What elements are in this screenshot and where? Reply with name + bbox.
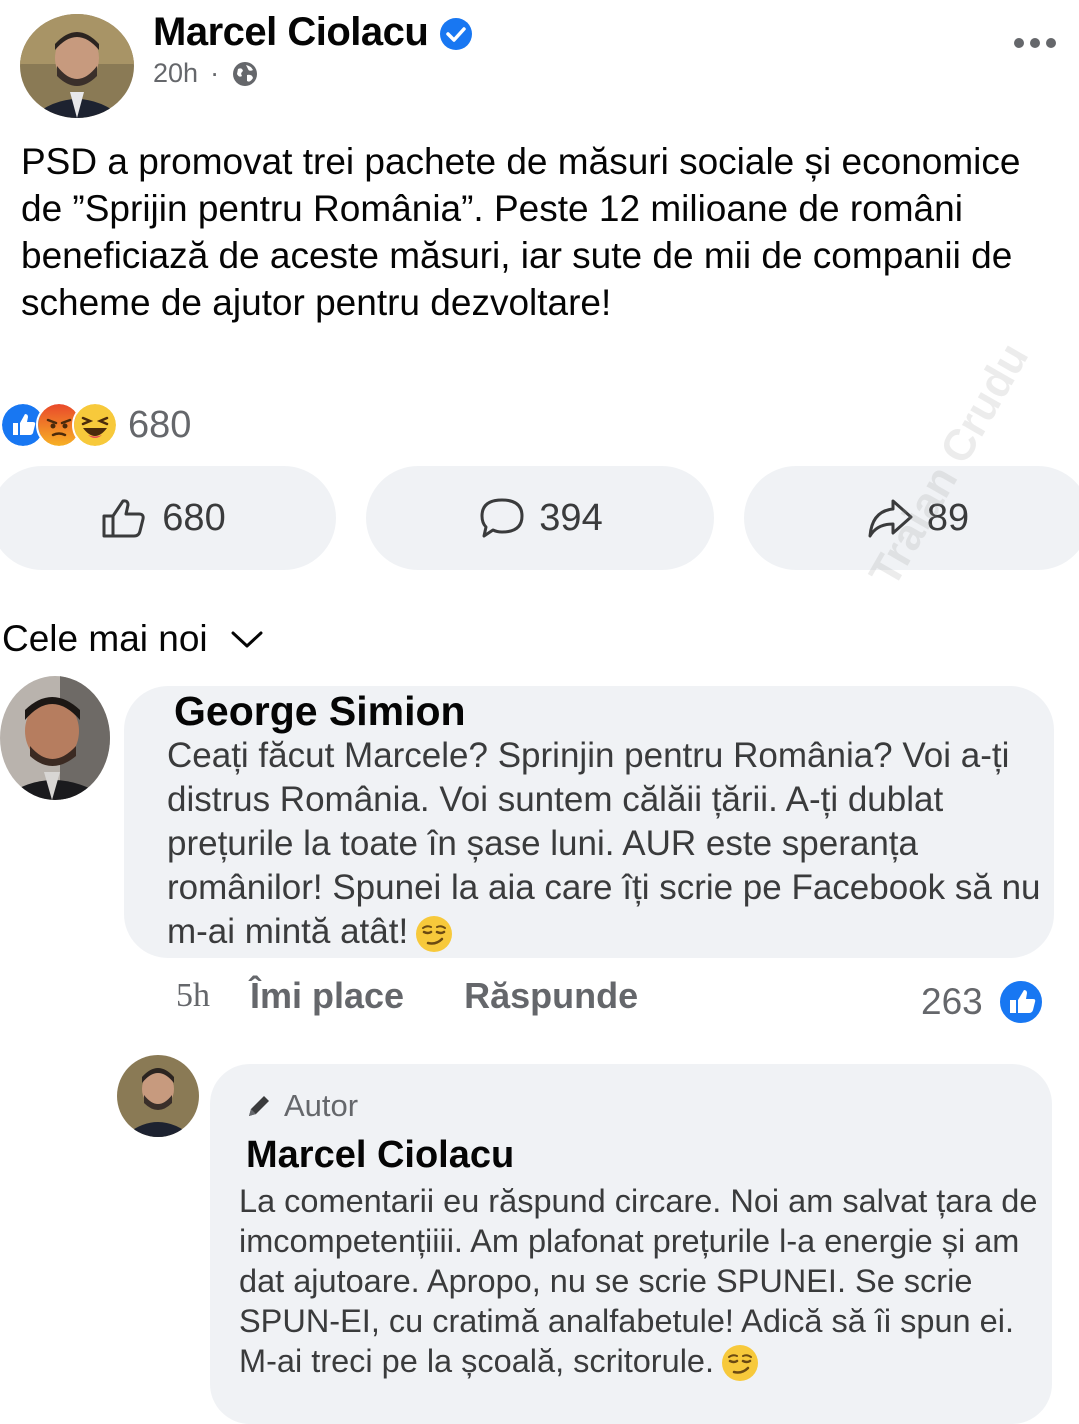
like-button[interactable]: 680	[0, 466, 336, 570]
chevron-down-icon	[231, 631, 263, 648]
reactions-summary[interactable]: 680	[0, 402, 191, 448]
pencil-icon	[249, 1096, 269, 1116]
comment-reactions[interactable]: 263	[921, 978, 1045, 1026]
comment-sort-dropdown[interactable]: Cele mai noi	[2, 618, 264, 660]
commenter-name[interactable]: George Simion	[174, 688, 466, 735]
thumbs-up-icon	[102, 499, 145, 538]
smirk-emoji-icon	[416, 915, 453, 952]
post-time[interactable]: 20h	[153, 58, 198, 89]
comment-like-button[interactable]: Îmi place	[250, 975, 404, 1017]
commenter-avatar[interactable]	[0, 676, 110, 800]
reaction-count[interactable]: 680	[128, 404, 191, 447]
author-badge-label: Autor	[284, 1088, 359, 1123]
more-icon[interactable]	[1012, 30, 1058, 56]
verified-icon	[440, 18, 472, 50]
comment-count: 394	[539, 496, 603, 539]
globe-icon	[233, 61, 258, 86]
comment-actions: 5h Îmi place Răspunde	[176, 975, 638, 1017]
reply-text: La comentarii eu răspund circare. Noi am…	[239, 1181, 1054, 1383]
haha-reaction-icon	[72, 402, 118, 448]
sort-label: Cele mai noi	[2, 618, 208, 659]
post-meta: 20h ·	[153, 58, 259, 89]
meta-separator: ·	[210, 58, 220, 88]
author-badge: Autor	[244, 1088, 358, 1124]
reply-author-avatar[interactable]	[117, 1055, 199, 1137]
like-count: 680	[162, 496, 226, 539]
author-avatar[interactable]	[20, 14, 134, 118]
author-name[interactable]: Marcel Ciolacu	[153, 10, 429, 55]
comment-text: Ceați făcut Marcele? Sprinjin pentru Rom…	[167, 734, 1057, 954]
comment-text-body: Ceați făcut Marcele? Sprinjin pentru Rom…	[167, 736, 1041, 951]
post-text: PSD a promovat trei pachete de măsuri so…	[21, 141, 1021, 323]
comment-time[interactable]: 5h	[176, 977, 210, 1015]
reply-text-body: La comentarii eu răspund circare. Noi am…	[239, 1183, 1038, 1379]
comment-reply-button[interactable]: Răspunde	[464, 975, 638, 1017]
reply-author-name[interactable]: Marcel Ciolacu	[246, 1134, 514, 1177]
like-reaction-icon	[997, 979, 1044, 1025]
smirk-emoji-icon	[722, 1345, 759, 1382]
comment-button[interactable]: 394	[366, 466, 714, 570]
comment-like-count: 263	[921, 981, 983, 1022]
comment-icon	[480, 498, 524, 538]
